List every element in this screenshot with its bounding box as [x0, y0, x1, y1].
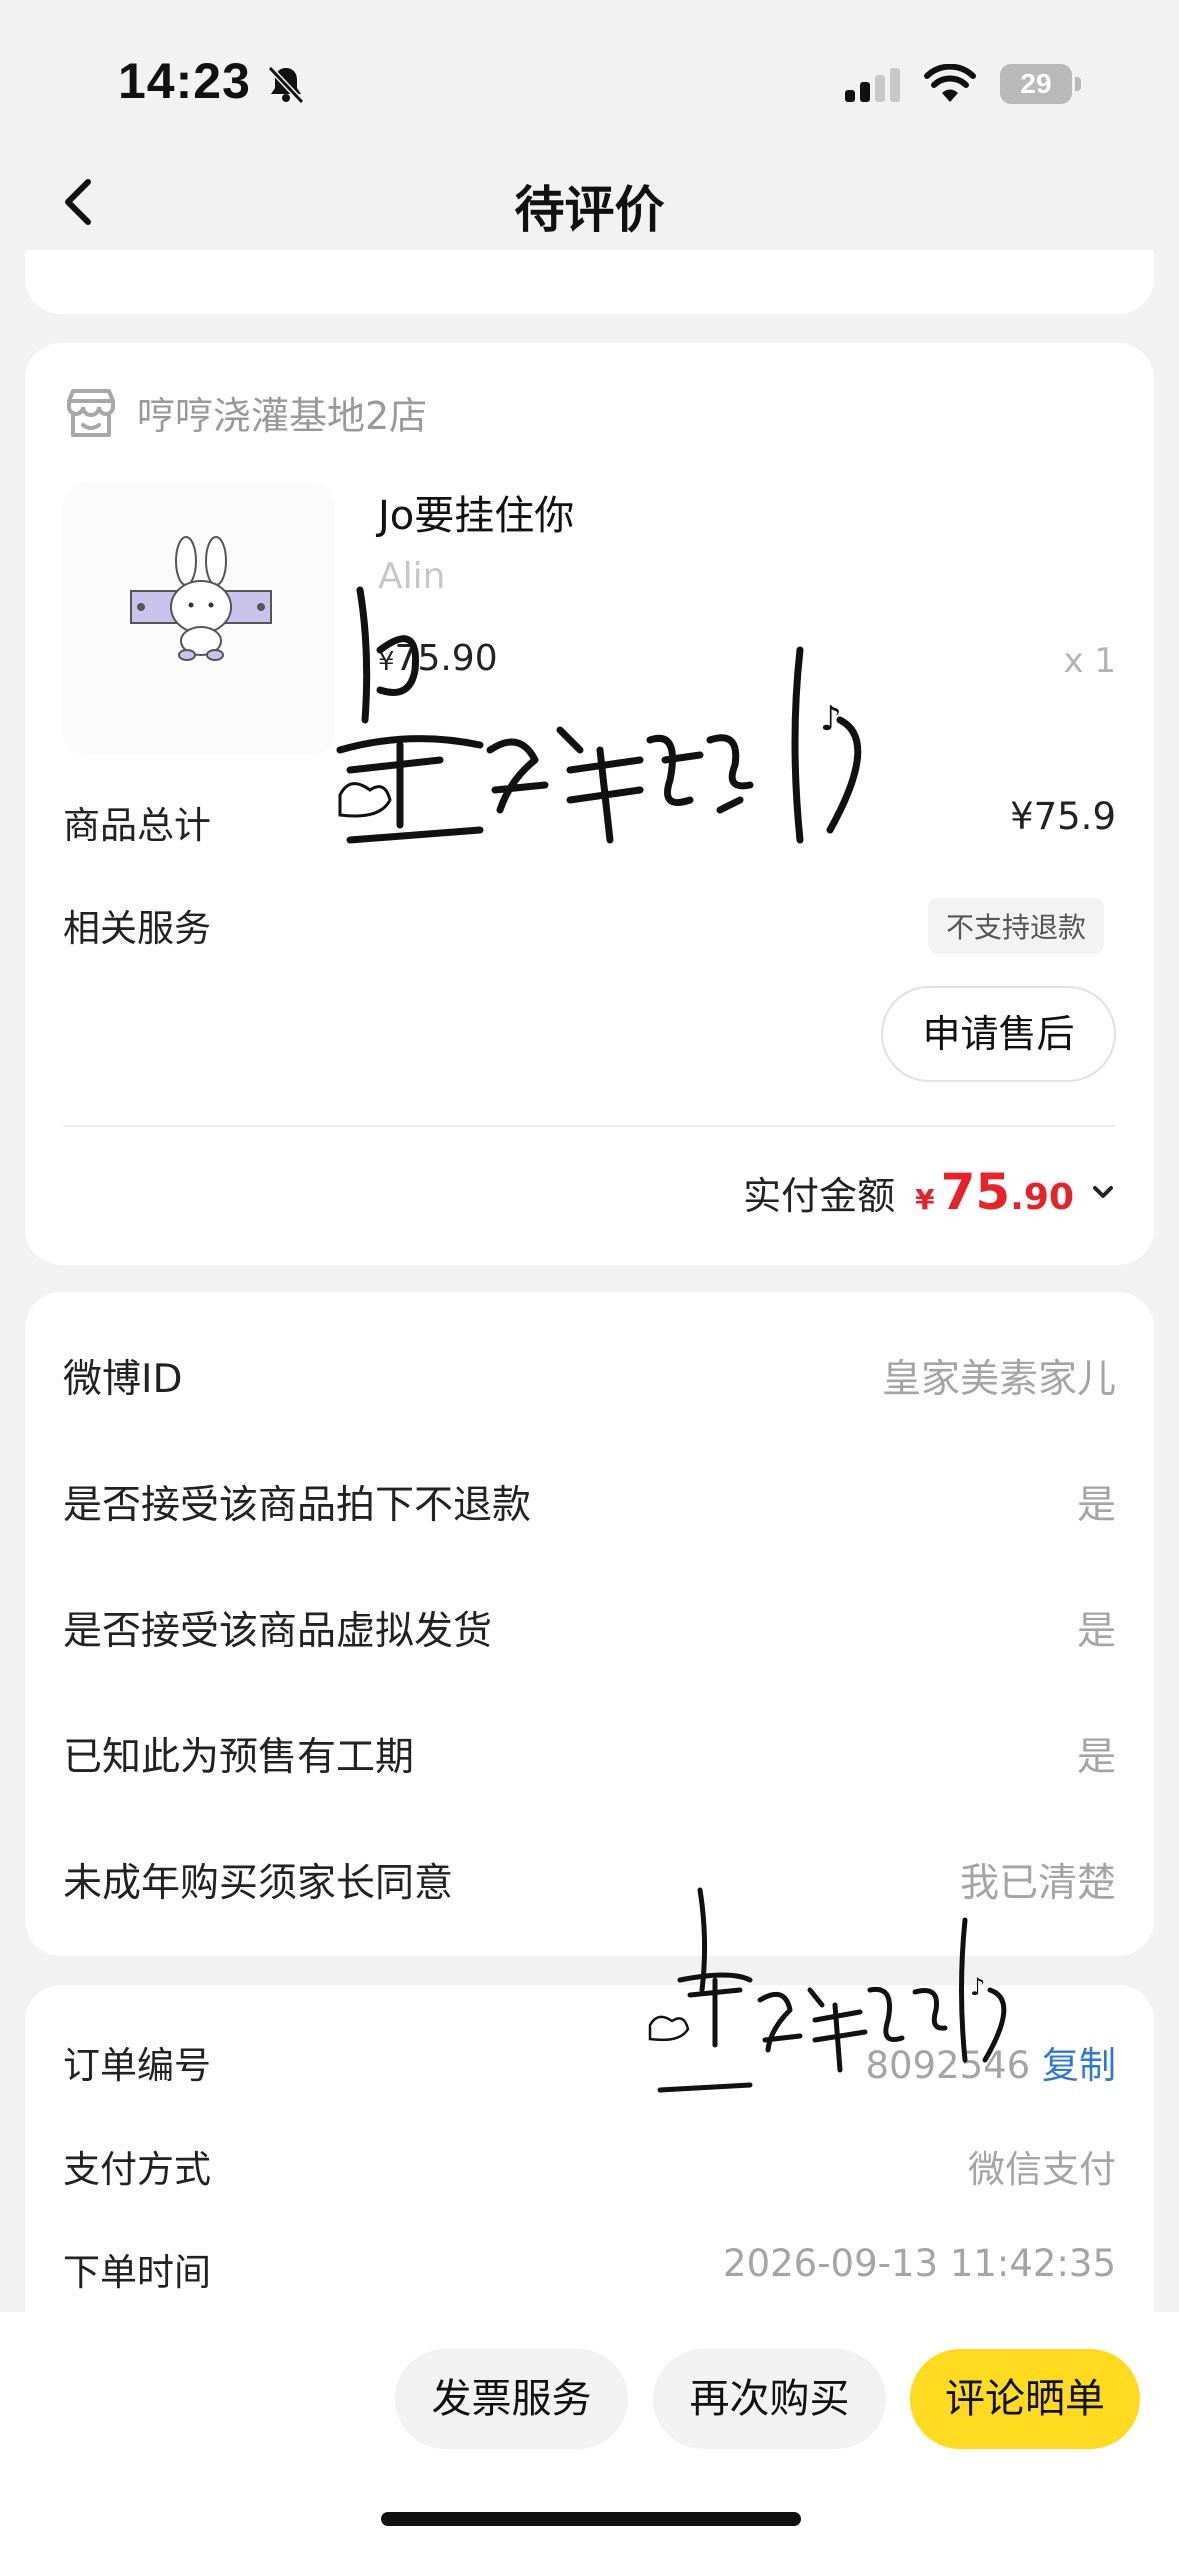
nav-bar: 待评价	[0, 150, 1179, 260]
product-subtitle: Alin	[378, 556, 446, 597]
signal-icon	[845, 68, 900, 102]
goods-total-label: 商品总计	[63, 804, 211, 847]
status-bar: 14:23 29	[0, 0, 1179, 150]
previous-card	[25, 250, 1154, 314]
pay-method-label: 支付方式	[63, 2148, 211, 2191]
shop-header[interactable]: 哼哼浇灌基地2店	[63, 385, 427, 440]
bunny-sticker-icon	[130, 536, 272, 661]
paid-label: 实付金额	[743, 1174, 896, 1218]
info-row-value: 是	[1076, 1735, 1116, 1780]
page-title: 待评价	[514, 181, 665, 239]
order-number-value: 8092546	[865, 2044, 1031, 2087]
bottom-action-bar: 发票服务 再次购买 评论晒单	[0, 2312, 1179, 2556]
info-row-value: 皇家美素家儿	[881, 1357, 1116, 1402]
invoice-service-button[interactable]: 发票服务	[395, 2349, 628, 2449]
shop-name: 哼哼浇灌基地2店	[137, 394, 428, 438]
order-number-label: 订单编号	[63, 2044, 211, 2087]
info-row-value: 是	[1076, 1609, 1116, 1654]
battery-icon: 29	[1000, 64, 1072, 104]
pay-method-value: 微信支付	[968, 2148, 1116, 2191]
service-label: 相关服务	[63, 907, 211, 950]
bell-muted-icon	[267, 65, 305, 105]
battery-cap	[1075, 77, 1081, 91]
product-quantity: x 1	[1063, 641, 1116, 681]
divider	[63, 1125, 1116, 1127]
product-price-value: 75.90	[394, 638, 498, 679]
wifi-icon	[924, 64, 976, 102]
store-icon	[67, 388, 115, 437]
paid-integer: 75	[940, 1163, 1011, 1221]
copy-button[interactable]: 复制	[1042, 2044, 1116, 2087]
after-sale-button[interactable]: 申请售后	[881, 986, 1116, 1082]
order-time-value: 2026-09-13 11:42:35	[723, 2242, 1116, 2285]
paid-symbol: ¥	[915, 1183, 935, 1216]
info-row-value: 是	[1076, 1483, 1116, 1528]
goods-total-value: ¥75.9	[1010, 795, 1116, 838]
paid-amount[interactable]: 实付金额 ¥ 75 .90	[743, 1163, 1116, 1221]
product-price: ¥75.90	[378, 638, 498, 679]
home-indicator[interactable]	[381, 2512, 801, 2526]
product-title[interactable]: Jo要挂住你	[378, 483, 574, 541]
product-price-symbol: ¥	[378, 647, 395, 677]
info-row-label: 是否接受该商品拍下不退款	[63, 1483, 532, 1528]
info-row-value: 我已清楚	[959, 1861, 1116, 1906]
info-row-label: 未成年购买须家长同意	[63, 1861, 454, 1906]
order-time-label: 下单时间	[63, 2251, 211, 2294]
status-time: 14:23	[118, 53, 251, 109]
product-thumbnail[interactable]	[63, 483, 335, 755]
info-row-label: 是否接受该商品虚拟发货	[63, 1609, 493, 1654]
order-number: 8092546 复制	[865, 2035, 1116, 2089]
buy-again-button[interactable]: 再次购买	[653, 2349, 886, 2449]
paid-decimal: .90	[1010, 1177, 1074, 1218]
order-card: 哼哼浇灌基地2店 Jo要挂住你 Alin ¥75.90 x 1 商品总计 ¥75…	[25, 343, 1154, 1265]
order-info-card: 微博ID 皇家美素家儿 是否接受该商品拍下不退款 是 是否接受该商品虚拟发货 是…	[25, 1292, 1154, 1956]
chevron-down-icon[interactable]	[1090, 1183, 1116, 1201]
info-row-label: 已知此为预售有工期	[63, 1735, 415, 1780]
no-refund-tag: 不支持退款	[927, 898, 1104, 954]
write-review-button[interactable]: 评论晒单	[910, 2349, 1140, 2449]
info-row-label: 微博ID	[63, 1357, 183, 1402]
